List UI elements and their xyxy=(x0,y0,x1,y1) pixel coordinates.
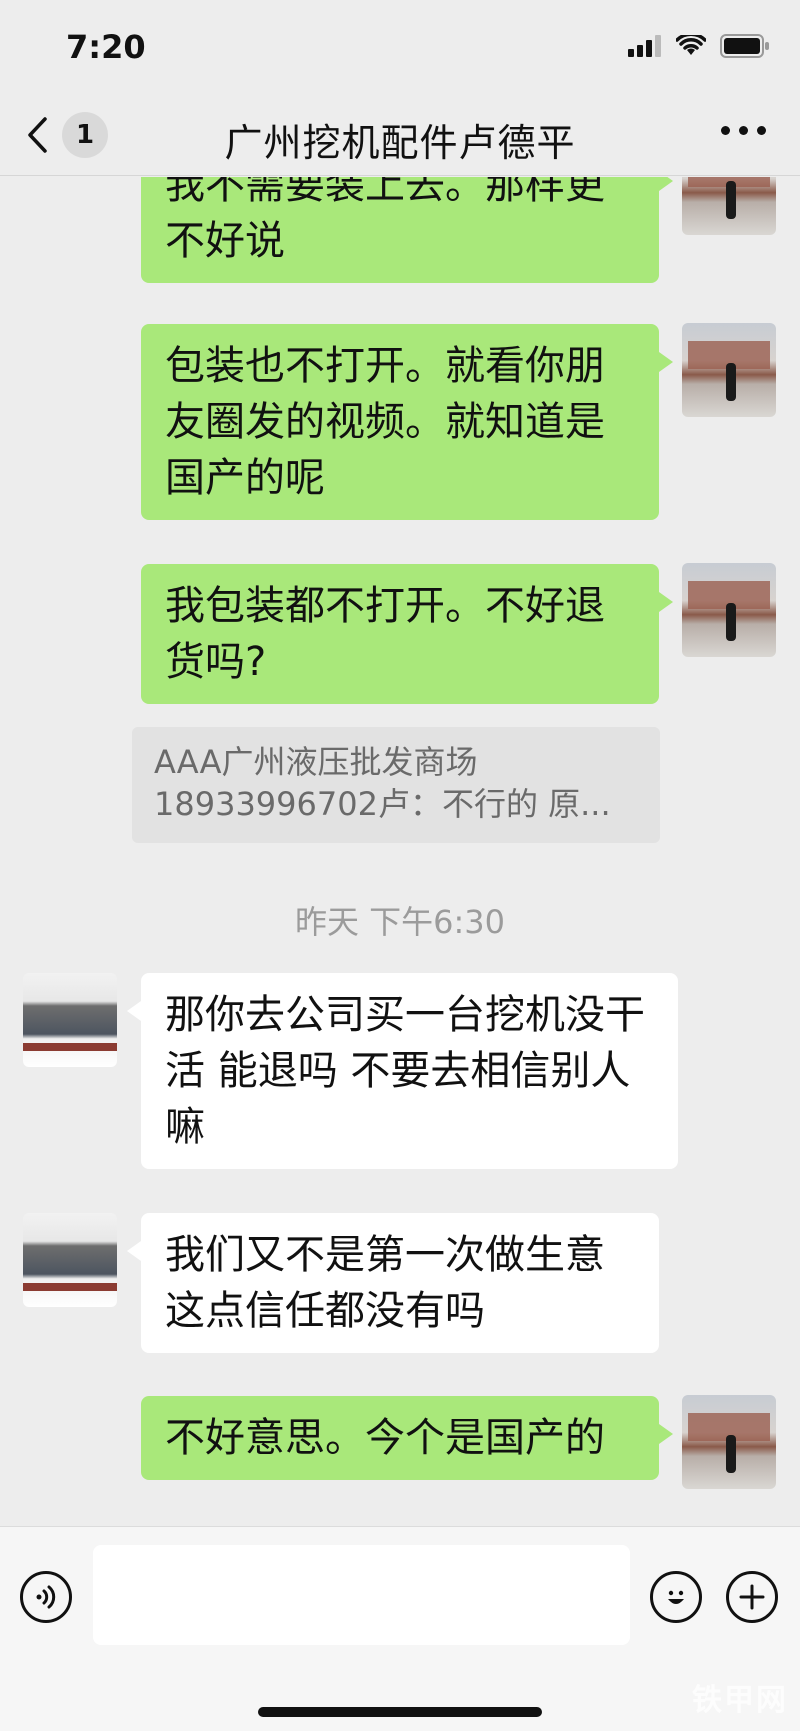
status-bar: 7:20 xyxy=(0,0,800,96)
add-button[interactable] xyxy=(726,1571,778,1623)
voice-icon xyxy=(36,1585,56,1609)
my-avatar[interactable] xyxy=(682,323,776,417)
chat-messages[interactable]: 我不需要装上去。那样更不好说 包装也不打开。就看你朋友圈发的视频。就知道是国产的… xyxy=(0,177,800,1525)
battery-icon xyxy=(720,34,769,58)
chat-title: 广州挖机配件卢德平 xyxy=(224,121,576,165)
quoted-message[interactable]: AAA广州液压批发商场 18933996702卢：不行的 原... xyxy=(132,727,660,843)
nav-bar: 1 广州挖机配件卢德平 xyxy=(0,96,800,176)
status-time: 7:20 xyxy=(66,28,146,66)
home-indicator[interactable] xyxy=(258,1707,542,1717)
message-input[interactable] xyxy=(93,1545,630,1645)
message-bubble[interactable]: 我包装都不打开。不好退货吗? xyxy=(141,564,673,704)
my-avatar[interactable] xyxy=(682,1395,776,1489)
message-bubble[interactable]: 不好意思。今个是国产的 xyxy=(141,1396,673,1480)
emoji-icon xyxy=(668,1590,684,1604)
contact-avatar[interactable] xyxy=(23,1213,117,1307)
quote-line-2: 18933996702卢：不行的 原... xyxy=(154,785,611,823)
signal-icon xyxy=(628,35,661,57)
my-avatar[interactable] xyxy=(682,177,776,235)
message-bubble[interactable]: 包装也不打开。就看你朋友圈发的视频。就知道是国产的呢 xyxy=(141,324,673,520)
wifi-icon xyxy=(676,35,706,55)
more-options-button[interactable] xyxy=(721,126,766,135)
dot-icon xyxy=(757,126,766,135)
watermark: 铁甲网 xyxy=(692,1683,788,1718)
message-bubble[interactable]: 那你去公司买一台挖机没干活 能退吗 不要去相信别人嘛 xyxy=(127,973,678,1169)
quote-line-1: AAA广州液压批发商场 xyxy=(154,743,478,781)
timestamp: 昨天 下午6:30 xyxy=(294,903,506,941)
contact-avatar[interactable] xyxy=(23,973,117,1067)
emoji-button[interactable] xyxy=(650,1571,702,1623)
message-text: 包装也不打开。就看你朋友圈发的视频。就知道是国产的呢 xyxy=(165,343,605,501)
plus-icon xyxy=(739,1584,765,1610)
message-bubble[interactable]: 我们又不是第一次做生意 这点信任都没有吗 xyxy=(127,1213,659,1353)
message-text: 我不需要装上去。那样更不好说 xyxy=(165,177,605,264)
dot-icon xyxy=(721,126,730,135)
message-text: 不好意思。今个是国产的 xyxy=(165,1415,605,1461)
dot-icon xyxy=(739,126,748,135)
input-bar: 铁甲网 xyxy=(0,1526,800,1731)
message-text: 我们又不是第一次做生意 这点信任都没有吗 xyxy=(165,1232,605,1334)
message-text: 那你去公司买一台挖机没干活 能退吗 不要去相信别人嘛 xyxy=(165,992,645,1150)
message-bubble[interactable]: 我不需要装上去。那样更不好说 xyxy=(141,177,673,283)
message-text: 我包装都不打开。不好退货吗? xyxy=(165,583,605,685)
voice-button[interactable] xyxy=(20,1571,72,1623)
status-icons xyxy=(628,34,770,58)
my-avatar[interactable] xyxy=(682,563,776,657)
